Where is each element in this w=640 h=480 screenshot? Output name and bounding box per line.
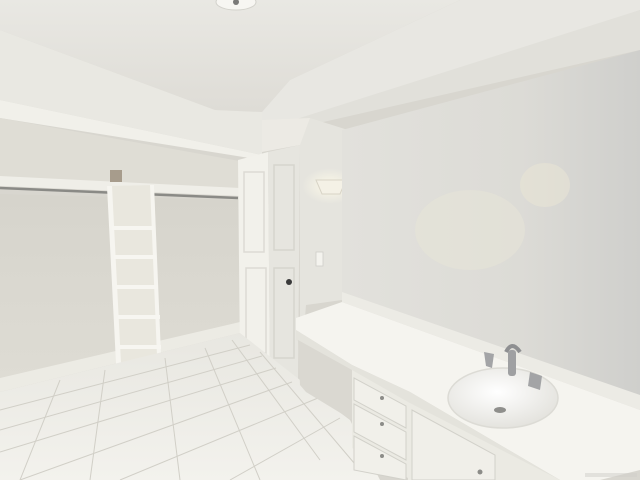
room-photo	[0, 0, 640, 480]
room-photo-svg	[0, 0, 640, 480]
wall-patch	[415, 190, 525, 270]
sink-drain	[494, 407, 506, 413]
wall-patch	[520, 163, 570, 207]
light-switch	[315, 251, 324, 267]
watermark-strip	[585, 473, 637, 477]
